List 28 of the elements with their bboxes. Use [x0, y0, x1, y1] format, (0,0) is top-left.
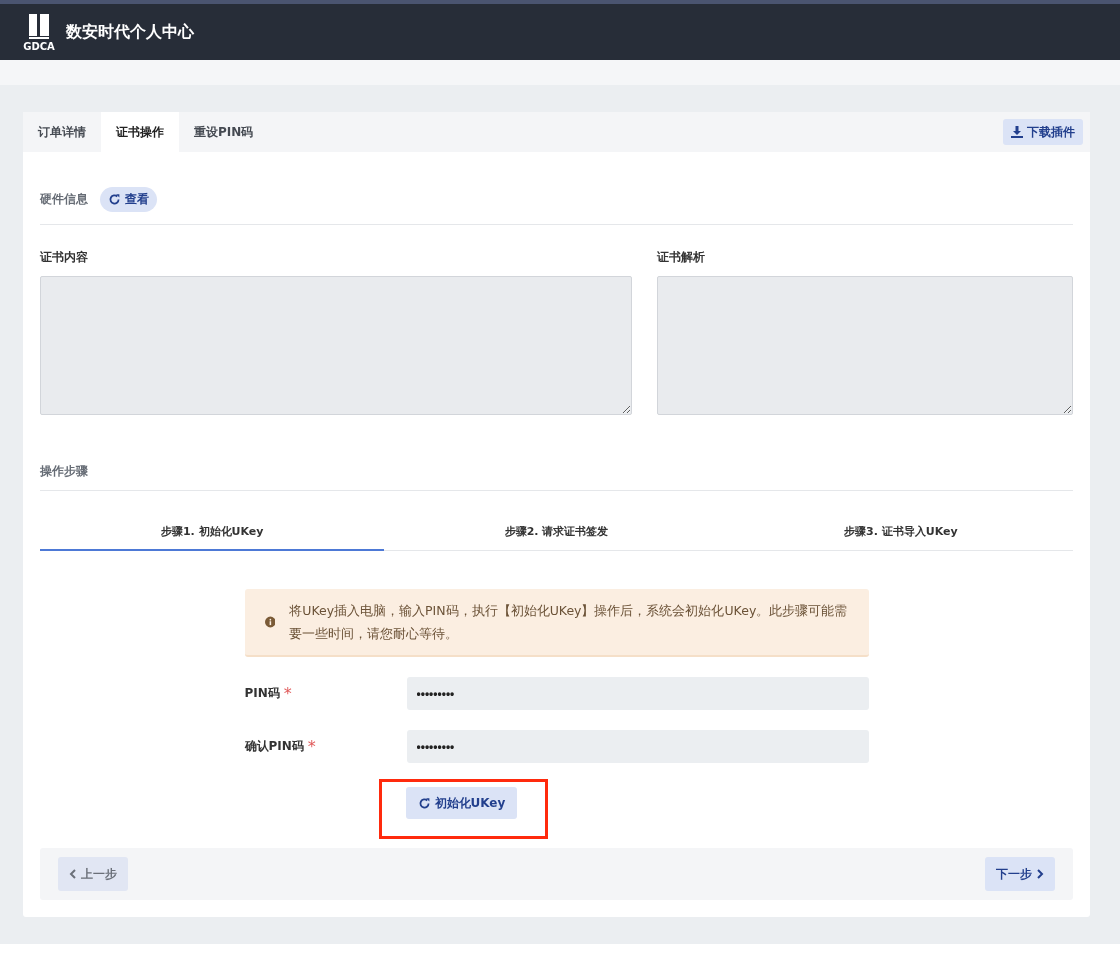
field-label: PIN码: [244, 685, 280, 702]
app-title: 数安时代个人中心: [66, 21, 194, 43]
field-label: 证书解析: [657, 249, 706, 266]
pin-input[interactable]: •••••••••: [406, 677, 869, 710]
refresh-icon: [417, 796, 431, 810]
section-label: 操作步骤: [40, 464, 88, 478]
next-button[interactable]: 下一步: [985, 857, 1055, 891]
init-ukey-button[interactable]: 初始化UKey: [405, 787, 518, 819]
text-area[interactable]: [657, 276, 1073, 415]
required-mark: *: [283, 684, 292, 703]
download-plugin-button[interactable]: 下载插件: [1003, 119, 1083, 145]
tab[interactable]: 证书操作: [101, 112, 179, 152]
required-mark: *: [307, 737, 316, 756]
section-label: 硬件信息: [40, 190, 88, 208]
step-tab[interactable]: 步骤1. 初始化UKey: [40, 514, 385, 551]
info-icon: [264, 615, 276, 629]
pin-input[interactable]: •••••••••: [406, 730, 869, 763]
step-tab[interactable]: 步骤2. 请求证书签发: [384, 514, 729, 551]
view-button[interactable]: 查看: [100, 186, 157, 212]
field-label: 确认PIN码: [244, 738, 304, 755]
chevron-right-icon: [1036, 869, 1044, 879]
notice-text: 将UKey插入电脑，输入PIN码，执行【初始化UKey】操作后，系统会初始化UKey。此步骤可能需要一些时间，请您耐心等待。: [289, 602, 849, 643]
download-icon: [1011, 126, 1023, 138]
step-tab[interactable]: 步骤3. 证书导入UKey: [728, 514, 1073, 551]
refresh-icon: [108, 192, 121, 206]
chevron-left-icon: [69, 869, 77, 879]
field-label: 证书内容: [40, 249, 89, 266]
text-area[interactable]: [40, 276, 632, 415]
